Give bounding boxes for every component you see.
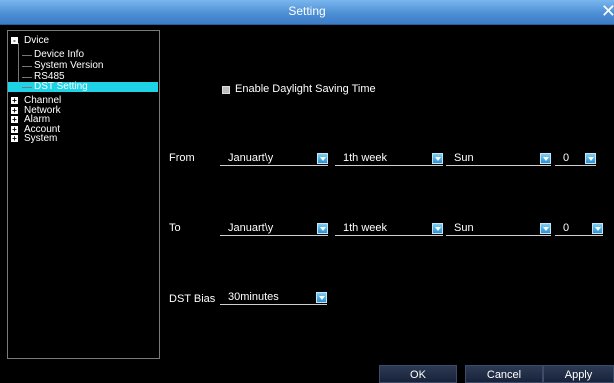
settings-tree	[7, 30, 160, 359]
tree-item-label: Device Info	[34, 49, 85, 60]
tree-branch	[22, 77, 32, 78]
tree-item-label: DST Setting	[34, 81, 88, 92]
selected-value: Januart\y	[228, 152, 274, 164]
expand-icon[interactable]: +	[11, 107, 18, 115]
from-label: From	[169, 152, 195, 164]
to-label: To	[169, 222, 181, 234]
window-title: Setting	[288, 4, 326, 18]
from-day-select[interactable]: Sun	[446, 152, 551, 166]
selected-value: 1th week	[343, 222, 388, 234]
cancel-button[interactable]: Cancel	[465, 365, 543, 383]
dropdown-arrow-icon[interactable]	[540, 153, 551, 164]
tree-item-label: System Version	[34, 60, 104, 71]
to-day-select[interactable]: Sun	[446, 222, 551, 236]
dropdown-arrow-icon[interactable]	[540, 223, 551, 234]
selected-value: 0	[563, 152, 570, 164]
dst-bias-select[interactable]: 30minutes	[220, 291, 327, 305]
selected-value: 1th week	[343, 152, 388, 164]
selected-value: Januart\y	[228, 222, 274, 234]
selected-value: 0	[563, 222, 570, 234]
expand-icon[interactable]: +	[11, 116, 18, 124]
dropdown-arrow-icon[interactable]	[316, 292, 327, 303]
selected-value: Sun	[454, 152, 474, 164]
ok-button[interactable]: OK	[379, 365, 457, 383]
from-month-select[interactable]: Januart\y	[220, 152, 328, 166]
expand-icon[interactable]: +	[11, 126, 18, 134]
apply-button[interactable]: Apply	[543, 365, 614, 383]
enable-dst-checkbox[interactable]	[222, 86, 230, 94]
selected-value: Sun	[454, 222, 474, 234]
dropdown-arrow-icon[interactable]	[432, 153, 443, 164]
tree-item-system-version[interactable]: System Version	[22, 60, 104, 71]
dropdown-arrow-icon[interactable]	[432, 223, 443, 234]
dropdown-arrow-icon[interactable]	[317, 153, 328, 164]
settings-window: Setting ✕ - Dvice Device Info System Vers…	[0, 0, 614, 383]
expand-icon[interactable]: +	[11, 135, 18, 143]
dropdown-arrow-icon[interactable]	[585, 153, 596, 164]
enable-dst-label: Enable Daylight Saving Time	[235, 83, 376, 95]
collapse-icon[interactable]: -	[11, 37, 18, 45]
from-week-select[interactable]: 1th week	[335, 152, 443, 166]
expand-icon[interactable]: +	[11, 97, 18, 105]
from-hour-select[interactable]: 0	[555, 152, 596, 166]
tree-item-label: Dvice	[24, 35, 50, 46]
dropdown-arrow-icon[interactable]	[592, 223, 603, 234]
tree-item-label: System	[24, 133, 58, 144]
dst-bias-label: DST Bias	[169, 293, 216, 305]
dropdown-arrow-icon[interactable]	[317, 223, 328, 234]
tree-item-dst-setting[interactable]: DST Setting	[22, 81, 88, 92]
to-hour-select[interactable]: 0	[555, 222, 603, 236]
tree-branch	[22, 55, 32, 56]
selected-value: 30minutes	[228, 291, 279, 303]
tree-item-device[interactable]: - Dvice	[11, 36, 49, 46]
title-bar: Setting ✕	[0, 0, 614, 25]
to-week-select[interactable]: 1th week	[335, 222, 443, 236]
tree-item-device-info[interactable]: Device Info	[22, 49, 85, 60]
tree-item-system[interactable]: + System	[11, 134, 57, 144]
tree-branch	[22, 66, 32, 67]
to-month-select[interactable]: Januart\y	[220, 222, 328, 236]
close-icon[interactable]: ✕	[601, 1, 614, 21]
tree-branch	[22, 87, 32, 88]
